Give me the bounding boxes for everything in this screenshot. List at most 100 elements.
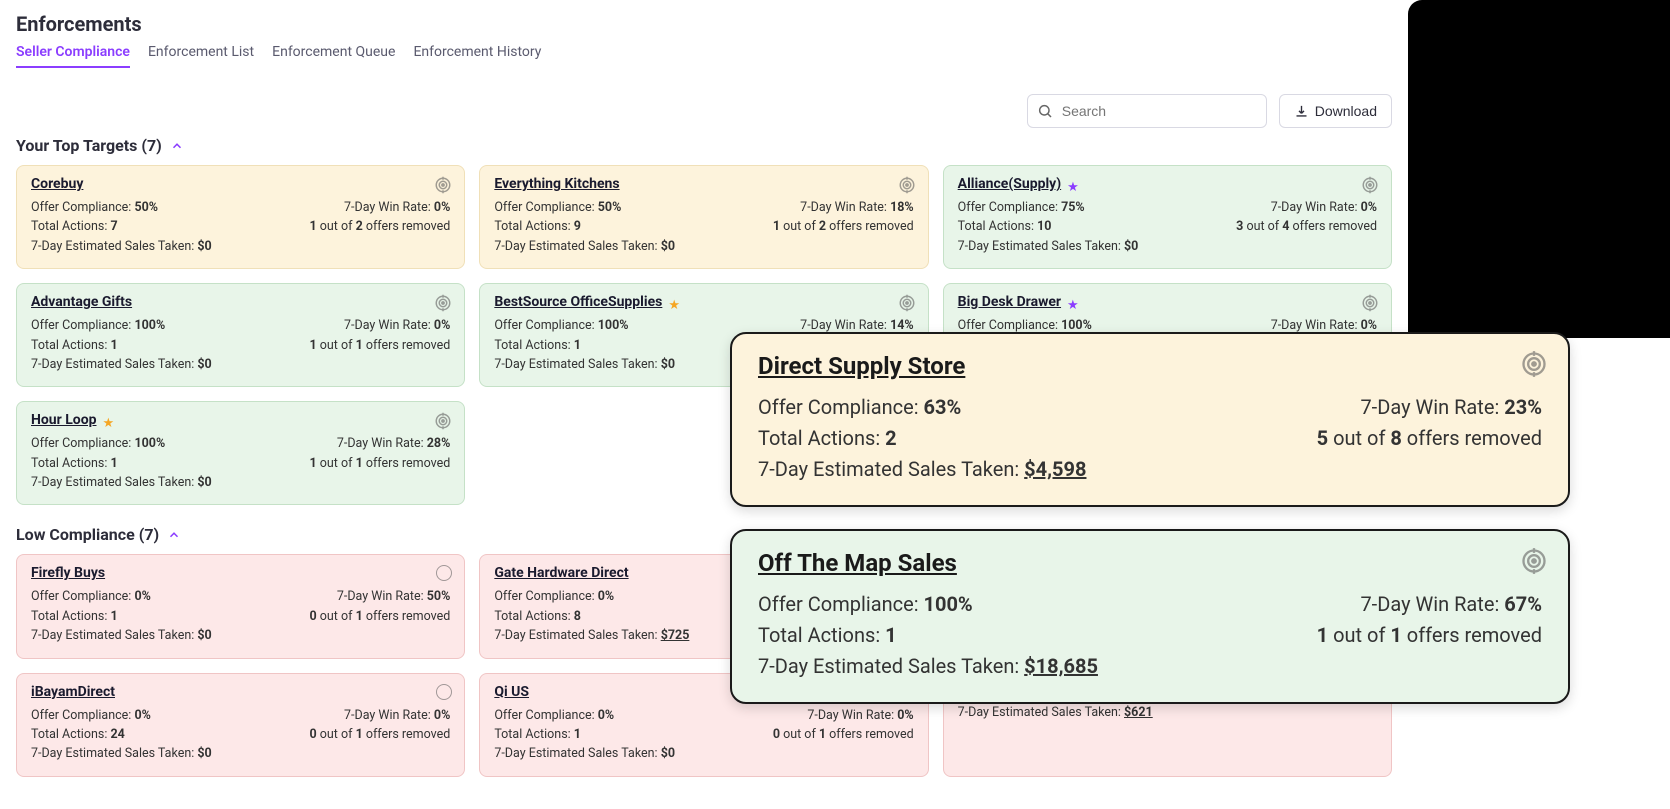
compliance-label: Offer Compliance: 100% <box>494 316 628 335</box>
seller-name-link[interactable]: Gate Hardware Direct <box>494 565 628 581</box>
winrate-label: 7-Day Win Rate: 67% <box>1360 589 1542 620</box>
winrate-label: 7-Day Win Rate: 0% <box>344 198 450 217</box>
seller-name-link[interactable]: Advantage Gifts <box>31 294 132 310</box>
sales-taken: 7-Day Estimated Sales Taken: $0 <box>31 744 212 763</box>
sales-link[interactable]: $725 <box>661 628 690 643</box>
sales-taken: 7-Day Estimated Sales Taken: $0 <box>958 237 1139 256</box>
compliance-label: Offer Compliance: 100% <box>758 589 973 620</box>
search-input[interactable] <box>1027 94 1267 128</box>
offers-removed: 1 out of 2 offers removed <box>773 217 914 236</box>
seller-name-link[interactable]: Alliance(Supply) <box>958 176 1062 192</box>
zoom-overlay: Direct Supply Store Offer Compliance: 63… <box>730 332 1570 726</box>
actions-label: Total Actions: 7 <box>31 217 118 236</box>
actions-label: Total Actions: 1 <box>494 725 581 744</box>
actions-label: Total Actions: 24 <box>31 725 125 744</box>
download-label: Download <box>1315 103 1377 119</box>
actions-label: Total Actions: 2 <box>758 423 897 454</box>
compliance-label: Offer Compliance: 0% <box>31 587 151 606</box>
section-title: Low Compliance (7) <box>16 525 159 544</box>
seller-card[interactable]: Hour Loop★Offer Compliance: 100%7-Day Wi… <box>16 401 465 505</box>
winrate-label: 7-Day Win Rate: 18% <box>800 198 913 217</box>
sales-link[interactable]: $18,685 <box>1024 654 1098 678</box>
sales-taken: 7-Day Estimated Sales Taken: $0 <box>31 237 212 256</box>
seller-name-link[interactable]: Direct Supply Store <box>758 352 965 380</box>
download-button[interactable]: Download <box>1279 94 1392 128</box>
star-icon: ★ <box>1067 180 1079 195</box>
tab-enforcement-history[interactable]: Enforcement History <box>413 44 541 68</box>
target-icon <box>1361 176 1379 198</box>
seller-name-link[interactable]: Qi US <box>494 684 529 700</box>
offers-removed: 0 out of 1 offers removed <box>773 725 914 744</box>
seller-name-link[interactable]: BestSource OfficeSupplies <box>494 294 662 310</box>
offers-removed: 1 out of 1 offers removed <box>310 336 451 355</box>
sales-taken: 7-Day Estimated Sales Taken: $0 <box>31 626 212 645</box>
offers-removed: 0 out of 1 offers removed <box>310 725 451 744</box>
seller-card[interactable]: Firefly Buys Offer Compliance: 0% 7-Day Wi… <box>16 554 465 658</box>
compliance-label: Offer Compliance: 50% <box>494 198 621 217</box>
zoom-seller-card[interactable]: Direct Supply Store Offer Compliance: 63… <box>730 332 1570 507</box>
tab-seller-compliance[interactable]: Seller Compliance <box>16 44 130 68</box>
winrate-label: 7-Day Win Rate: 0% <box>344 316 450 335</box>
sales-taken: 7-Day Estimated Sales Taken: $4,598 <box>758 454 1086 485</box>
seller-card[interactable]: Alliance(Supply) ★ Offer Compliance: 75% 7-… <box>943 165 1392 269</box>
compliance-label: Offer Compliance: 0% <box>494 587 614 606</box>
download-icon <box>1294 104 1309 119</box>
sales-taken: 7-Day Estimated Sales Taken: $725 <box>494 626 689 645</box>
seller-name-link[interactable]: Everything Kitchens <box>494 176 619 192</box>
star-icon: ★ <box>668 298 680 313</box>
compliance-label: Offer Compliance: 50% <box>31 198 158 217</box>
target-icon <box>1361 294 1379 316</box>
seller-card[interactable]: iBayamDirect Offer Compliance: 0% 7-Day Wi… <box>16 673 465 777</box>
seller-card[interactable]: Corebuy Offer Compliance: 50% 7-Day Win Ra… <box>16 165 465 269</box>
seller-card[interactable]: Everything Kitchens Offer Compliance: 50%… <box>479 165 928 269</box>
sales-taken: 7-Day Estimated Sales Taken: $0 <box>494 355 675 374</box>
sales-taken: 7-Day Estimated Sales Taken: $18,685 <box>758 651 1098 682</box>
compliance-label: Offer Compliance: 63% <box>758 392 961 423</box>
actions-label: Total Actions: 1 <box>758 620 897 651</box>
chevron-up-icon <box>167 528 181 542</box>
tab-enforcement-queue[interactable]: Enforcement Queue <box>272 44 395 68</box>
winrate-label: 7-Day Win Rate: 0% <box>1271 198 1377 217</box>
seller-name-link[interactable]: Off The Map Sales <box>758 549 957 577</box>
compliance-label: Offer Compliance: 0% <box>31 706 151 725</box>
winrate-label: 7-Day Win Rate: 0% <box>344 706 450 725</box>
target-icon <box>898 176 916 198</box>
offers-removed: 1 out of 2 offers removed <box>310 217 451 236</box>
search-icon <box>1037 103 1053 119</box>
offers-removed: 1 out of 1 offers removed <box>1317 620 1542 651</box>
offers-removed: 5 out of 8 offers removed <box>1317 423 1542 454</box>
actions-label: Total Actions: 8 <box>494 607 581 626</box>
offers-removed: 0 out of 1 offers removed <box>310 607 451 626</box>
seller-name-link[interactable]: Firefly Buys <box>31 565 105 581</box>
winrate-label: 7-Day Win Rate: 23% <box>1360 392 1542 423</box>
compliance-label: Offer Compliance: 0% <box>494 706 614 725</box>
target-icon <box>434 176 452 198</box>
seller-name-link[interactable]: iBayamDirect <box>31 684 115 700</box>
winrate-label: 7-Day Win Rate: 50% <box>337 587 450 606</box>
circle-icon <box>436 684 452 700</box>
compliance-label: Offer Compliance: 100% <box>31 316 165 335</box>
zoom-seller-card[interactable]: Off The Map Sales Offer Compliance: 100%… <box>730 529 1570 704</box>
actions-label: Total Actions: 10 <box>958 217 1052 236</box>
offers-removed: 3 out of 4 offers removed <box>1236 217 1377 236</box>
toolbar: Download <box>16 94 1392 128</box>
seller-name-link[interactable]: Corebuy <box>31 176 83 192</box>
decorative-dark-rect <box>1408 0 1670 338</box>
actions-label: Total Actions: 1 <box>31 336 118 355</box>
target-icon <box>898 294 916 316</box>
compliance-label: Offer Compliance: 75% <box>958 198 1085 217</box>
target-icon <box>1520 547 1548 579</box>
seller-name-link[interactable]: Big Desk Drawer <box>958 294 1061 310</box>
actions-label: Total Actions: 9 <box>494 217 581 236</box>
seller-name-link[interactable]: Hour Loop <box>31 412 97 428</box>
compliance-label: Offer Compliance: 100% <box>31 434 165 453</box>
seller-card[interactable]: Advantage Gifts Offer Compliance: 100% 7-D… <box>16 283 465 387</box>
search-box <box>1027 94 1267 128</box>
target-icon <box>434 294 452 316</box>
target-icon <box>434 412 452 434</box>
offers-removed: 1 out of 1 offers removed <box>310 454 451 473</box>
tab-enforcement-list[interactable]: Enforcement List <box>148 44 254 68</box>
sales-taken: 7-Day Estimated Sales Taken: $0 <box>494 744 675 763</box>
actions-label: Total Actions: 1 <box>494 336 581 355</box>
sales-link[interactable]: $4,598 <box>1024 457 1086 481</box>
